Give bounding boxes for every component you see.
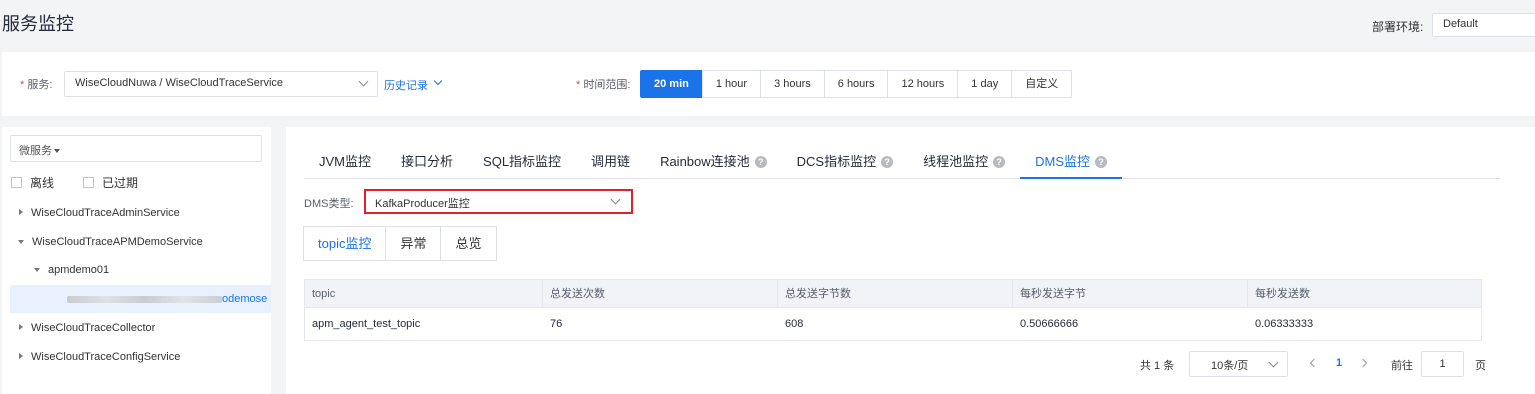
subtab-overview[interactable]: 总览 — [440, 226, 497, 261]
tab-dms[interactable]: DMS监控? — [1020, 147, 1123, 179]
time-btn-20min[interactable]: 20 min — [640, 70, 703, 98]
chevron-down-icon — [1268, 357, 1279, 368]
page-title: 服务监控 — [2, 14, 74, 34]
chevron-down-icon — [358, 76, 369, 87]
chevron-down-icon — [433, 76, 443, 86]
table-cell: 76 — [550, 318, 563, 330]
subtab-exception[interactable]: 异常 — [385, 226, 442, 261]
table-cell: 0.06333333 — [1255, 318, 1314, 330]
goto-label: 前往 — [1391, 360, 1413, 372]
tab-call-chain[interactable]: 调用链 — [576, 147, 645, 179]
table-row: apm_agent_test_topic 76 608 0.50666666 0… — [305, 308, 1481, 340]
expand-right-icon — [19, 209, 23, 215]
help-icon[interactable]: ? — [754, 156, 767, 168]
help-icon[interactable]: ? — [881, 156, 894, 168]
time-btn-custom[interactable]: 自定义 — [1011, 70, 1073, 98]
tab-dcs[interactable]: DCS指标监控? — [782, 147, 908, 179]
time-btn-6hours[interactable]: 6 hours — [823, 70, 889, 98]
history-link[interactable]: 历史记录 — [384, 76, 443, 93]
help-icon[interactable]: ? — [993, 156, 1006, 168]
tree-node-admin-service[interactable]: WiseCloudTraceAdminService — [19, 207, 180, 219]
chevron-down-icon — [610, 194, 621, 205]
tree-node-apmdemo01[interactable]: apmdemo01 — [34, 264, 109, 276]
tree-node-selected-instance[interactable]: odemose — [10, 285, 271, 313]
redacted-text — [67, 296, 222, 303]
tree-node-config-service[interactable]: WiseCloudTraceConfigService — [19, 351, 180, 363]
checkbox-icon — [11, 177, 22, 188]
help-icon[interactable]: ? — [1095, 156, 1108, 168]
main-panel: JVM监控 接口分析 SQL指标监控 调用链 Rainbow连接池? DCS指标… — [286, 127, 1535, 394]
env-select[interactable]: Default — [1432, 13, 1535, 37]
tab-interface-analysis[interactable]: 接口分析 — [386, 147, 468, 179]
column-header: 每秒发送字节 — [1013, 280, 1248, 307]
column-header: 总发送字节数 — [778, 280, 1013, 307]
pager-total: 共 1 条 — [1140, 360, 1175, 372]
service-select[interactable]: WiseCloudNuwa / WiseCloudTraceService — [64, 71, 378, 97]
sidebar: 微服务 离线 已过期 WiseCloudTraceAdminService Wi… — [2, 127, 271, 394]
expand-down-icon — [34, 268, 40, 272]
prev-page-icon[interactable] — [1309, 358, 1319, 368]
tree-node-apmdemo-service[interactable]: WiseCloudTraceAPMDemoService — [18, 236, 203, 248]
tab-rainbow[interactable]: Rainbow连接池? — [645, 147, 782, 179]
page-number-current[interactable]: 1 — [1336, 357, 1342, 369]
expand-down-icon — [18, 240, 24, 244]
checkbox-icon — [83, 177, 94, 188]
service-value: WiseCloudNuwa / WiseCloudTraceService — [75, 77, 284, 89]
column-header: 总发送次数 — [543, 280, 778, 307]
column-header: topic — [305, 280, 543, 307]
dms-type-select[interactable]: KafkaProducer监控 — [364, 189, 633, 214]
column-header: 每秒发送数 — [1255, 288, 1310, 300]
env-label: 部署环境: — [1372, 20, 1424, 34]
tab-sql[interactable]: SQL指标监控 — [468, 147, 576, 179]
time-btn-1hour[interactable]: 1 hour — [701, 70, 762, 98]
expand-right-icon — [19, 353, 23, 359]
table-cell: 0.50666666 — [1020, 318, 1079, 330]
table-header: topic 总发送次数 总发送字节数 每秒发送字节 每秒发送数 — [305, 280, 1481, 308]
time-btn-1day[interactable]: 1 day — [957, 70, 1013, 98]
time-range-group: 20 min 1 hour 3 hours 6 hours 12 hours 1… — [640, 70, 1073, 98]
time-btn-12hours[interactable]: 12 hours — [887, 70, 959, 98]
topic-table: topic 总发送次数 总发送字节数 每秒发送字节 每秒发送数 apm_agen… — [304, 279, 1482, 341]
page-suffix: 页 — [1475, 360, 1486, 372]
time-btn-3hours[interactable]: 3 hours — [760, 70, 825, 98]
service-label: * 服务: — [20, 79, 53, 91]
filter-bar: * 服务: WiseCloudNuwa / WiseCloudTraceServ… — [2, 52, 1535, 116]
table-cell: apm_agent_test_topic — [312, 318, 421, 330]
caret-down-icon — [54, 149, 60, 154]
microservice-select[interactable]: 微服务 — [10, 135, 262, 162]
goto-page-input[interactable]: 1 — [1421, 351, 1464, 377]
page-size-select[interactable]: 10条/页 — [1189, 351, 1288, 377]
expand-right-icon — [19, 324, 23, 330]
checkbox-expired[interactable]: 已过期 — [83, 174, 138, 191]
monitor-tabs: JVM监控 接口分析 SQL指标监控 调用链 Rainbow连接池? DCS指标… — [304, 147, 1500, 179]
tree-node-collector[interactable]: WiseCloudTraceCollector — [19, 322, 155, 334]
tab-threadpool[interactable]: 线程池监控? — [908, 147, 1020, 179]
dms-subtabs: topic监控 异常 总览 — [303, 226, 497, 261]
dms-type-label: DMS类型: — [304, 198, 354, 210]
next-page-icon[interactable] — [1358, 358, 1368, 368]
tab-jvm[interactable]: JVM监控 — [304, 147, 386, 179]
subtab-topic[interactable]: topic监控 — [303, 226, 387, 261]
time-range-label: * 时间范围: — [576, 79, 631, 91]
checkbox-offline[interactable]: 离线 — [11, 174, 54, 191]
table-cell: 608 — [785, 318, 804, 330]
